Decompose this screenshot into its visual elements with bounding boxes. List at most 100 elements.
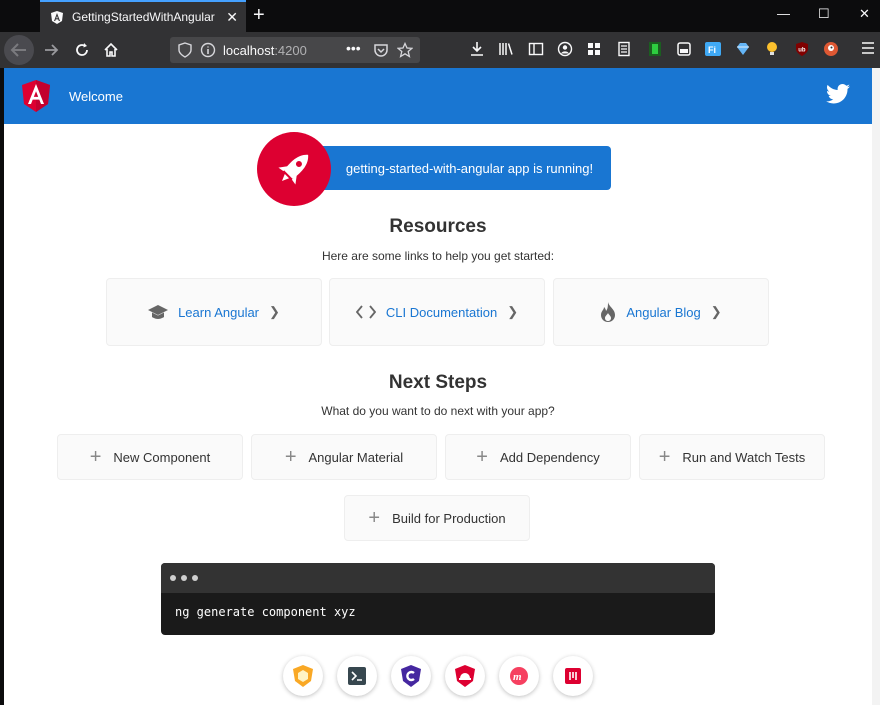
flame-icon [600, 302, 616, 322]
tab-strip: GettingStartedWithAngular ✕ + — ☐ ✕ [0, 0, 880, 32]
back-arrow-icon [10, 43, 26, 57]
minimize-button[interactable]: — [777, 6, 790, 21]
url-host: localhost [223, 43, 275, 58]
cli-icon [348, 667, 366, 685]
cli-link[interactable] [337, 656, 377, 696]
back-button[interactable] [4, 35, 34, 65]
plus-icon: + [89, 446, 102, 468]
add-dependency-label: Add Dependency [499, 449, 600, 465]
svg-text:m: m [513, 671, 522, 683]
cli-documentation-label: CLI Documentation [385, 304, 498, 320]
animations-link[interactable] [283, 656, 323, 696]
new-component-button[interactable]: + New Component [57, 434, 243, 480]
rocket-badge [257, 132, 331, 206]
close-window-button[interactable]: ✕ [859, 6, 870, 22]
library-icon[interactable] [498, 41, 514, 57]
terminal-titlebar [161, 563, 715, 593]
plus-icon: + [284, 446, 297, 468]
extension-bulb-icon[interactable] [764, 41, 780, 57]
tab-close-icon[interactable]: ✕ [226, 9, 238, 25]
web-page: Welcome getting-started-with-angular app… [4, 68, 872, 705]
app-toolbar: Welcome [4, 68, 872, 124]
maximize-button[interactable]: ☐ [818, 6, 830, 22]
page-actions-icon[interactable]: ••• [346, 40, 361, 56]
twitter-icon[interactable] [826, 84, 850, 104]
page-scrollbar[interactable] [872, 68, 880, 705]
protractor-icon [401, 665, 421, 687]
url-text: localhost:4200 [223, 43, 307, 58]
tracking-shield-icon [178, 42, 192, 58]
cli-documentation-link[interactable]: CLI Documentation ❯ [329, 278, 545, 346]
terminal-window: ng generate component xyz [161, 563, 715, 635]
resources-heading: Resources [389, 216, 487, 237]
duckduckgo-icon[interactable] [823, 41, 839, 57]
add-dependency-button[interactable]: + Add Dependency [445, 434, 631, 480]
pocket-icon[interactable] [373, 42, 389, 58]
build-for-production-label: Build for Production [392, 510, 506, 526]
protractor-link[interactable] [391, 656, 431, 696]
site-info-icon[interactable] [200, 42, 216, 58]
discord-icon [565, 668, 581, 684]
extension-fi-icon[interactable]: Fi [705, 41, 721, 57]
new-tab-button[interactable]: + [253, 4, 265, 26]
forward-button[interactable] [40, 39, 62, 61]
account-icon[interactable] [557, 41, 573, 57]
url-port: :4200 [274, 43, 307, 58]
angular-favicon-icon [50, 10, 64, 24]
angular-blog-link[interactable]: Angular Blog ❯ [553, 278, 769, 346]
angular-material-button[interactable]: + Angular Material [251, 434, 437, 480]
container-icon[interactable] [586, 41, 602, 57]
running-message: getting-started-with-angular app is runn… [322, 146, 611, 190]
next-steps-subheading: What do you want to do next with your ap… [321, 404, 555, 418]
reload-icon [76, 43, 88, 56]
chevron-right-icon: ❯ [269, 304, 280, 319]
new-component-label: New Component [113, 449, 211, 465]
augury-icon [455, 665, 475, 687]
plus-icon: + [658, 446, 671, 468]
ublock-icon[interactable]: ub [794, 41, 810, 57]
plus-icon: + [368, 507, 381, 529]
angular-material-label: Angular Material [308, 449, 404, 465]
rocket-icon [278, 154, 309, 185]
augury-link[interactable] [445, 656, 485, 696]
home-button[interactable] [100, 39, 122, 61]
chevron-right-icon: ❯ [710, 304, 722, 319]
downloads-icon[interactable] [469, 41, 485, 57]
learn-angular-label: Learn Angular [178, 304, 260, 320]
toolbar-title: Welcome [69, 89, 123, 104]
terminal-dot-icon [192, 575, 198, 581]
terminal-dot-icon [181, 575, 187, 581]
meetup-icon: m [510, 667, 528, 685]
reload-button[interactable] [71, 39, 93, 61]
svg-text:ub: ub [798, 48, 806, 54]
run-watch-tests-label: Run and Watch Tests [682, 449, 806, 465]
bookmark-star-icon[interactable] [397, 42, 413, 58]
meetup-link[interactable]: m [499, 656, 539, 696]
url-bar[interactable]: localhost:4200 ••• [170, 37, 420, 63]
chevron-right-icon: ❯ [507, 304, 519, 319]
home-icon [104, 42, 118, 57]
next-steps-heading: Next Steps [388, 372, 488, 393]
svg-text:Fi: Fi [708, 45, 716, 55]
learn-angular-link[interactable]: Learn Angular ❯ [106, 278, 322, 346]
graduation-cap-icon [148, 304, 169, 320]
run-watch-tests-button[interactable]: + Run and Watch Tests [639, 434, 825, 480]
extension-green-icon[interactable] [647, 41, 663, 57]
build-for-production-button[interactable]: + Build for Production [344, 495, 530, 541]
plus-icon: + [476, 446, 488, 468]
extension-window-icon[interactable] [676, 41, 692, 57]
nav-bar: localhost:4200 ••• Fi ub [0, 32, 880, 68]
reader-icon[interactable] [616, 41, 632, 57]
discord-link[interactable] [553, 656, 593, 696]
browser-tab[interactable]: GettingStartedWithAngular ✕ [40, 0, 246, 32]
terminal-dot-icon [170, 575, 176, 581]
angular-blog-label: Angular Blog [626, 304, 701, 320]
menu-button[interactable] [862, 41, 874, 55]
forward-arrow-icon [45, 44, 59, 56]
animations-icon [293, 665, 313, 687]
resources-subheading: Here are some links to help you get star… [321, 249, 555, 263]
extension-gem-icon[interactable] [735, 41, 751, 57]
code-icon [355, 305, 376, 319]
tab-title: GettingStartedWithAngular [72, 10, 215, 24]
sidebar-icon[interactable] [528, 41, 544, 57]
